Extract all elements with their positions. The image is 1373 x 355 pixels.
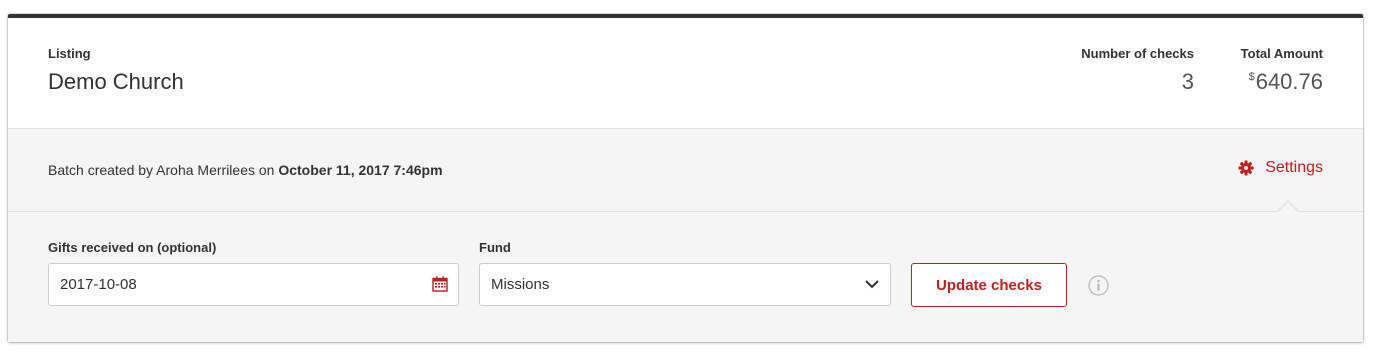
listing-name: Demo Church bbox=[48, 69, 184, 94]
gifts-received-label: Gifts received on (optional) bbox=[48, 240, 217, 255]
info-icon[interactable] bbox=[1088, 275, 1109, 296]
settings-label: Settings bbox=[1265, 159, 1323, 176]
batch-created-text: Batch created by Aroha Merrilees on Octo… bbox=[48, 162, 443, 178]
batch-header: Listing Demo Church Number of checks 3 T… bbox=[8, 18, 1363, 128]
listing-label: Listing bbox=[48, 46, 91, 61]
batch-card: Listing Demo Church Number of checks 3 T… bbox=[8, 14, 1363, 342]
batch-created-date: October 11, 2017 7:46pm bbox=[278, 162, 443, 178]
number-of-checks-label: Number of checks bbox=[1081, 46, 1194, 61]
batch-created-prefix: Batch created by Aroha Merrilees on bbox=[48, 162, 279, 178]
gear-icon bbox=[1238, 160, 1254, 176]
total-amount-label: Total Amount bbox=[1240, 46, 1323, 61]
fund-select[interactable]: Missions bbox=[479, 263, 891, 306]
batch-info-bar: Batch created by Aroha Merrilees on Octo… bbox=[8, 128, 1363, 213]
chevron-down-icon bbox=[865, 280, 879, 289]
number-of-checks-value: 3 bbox=[1181, 69, 1194, 94]
total-amount-number: 640.76 bbox=[1255, 69, 1323, 94]
currency-symbol: $ bbox=[1248, 71, 1255, 83]
fund-label: Fund bbox=[479, 240, 511, 255]
update-checks-button[interactable]: Update checks bbox=[911, 263, 1067, 307]
fund-selected-value: Missions bbox=[491, 276, 550, 293]
batch-settings-form: Gifts received on (optional) Fund Missio… bbox=[8, 212, 1363, 342]
calendar-icon[interactable] bbox=[432, 276, 448, 292]
settings-button[interactable]: Settings bbox=[1238, 159, 1323, 177]
gifts-received-date-input[interactable] bbox=[48, 263, 459, 306]
total-amount-value: $640.76 bbox=[1249, 69, 1323, 95]
